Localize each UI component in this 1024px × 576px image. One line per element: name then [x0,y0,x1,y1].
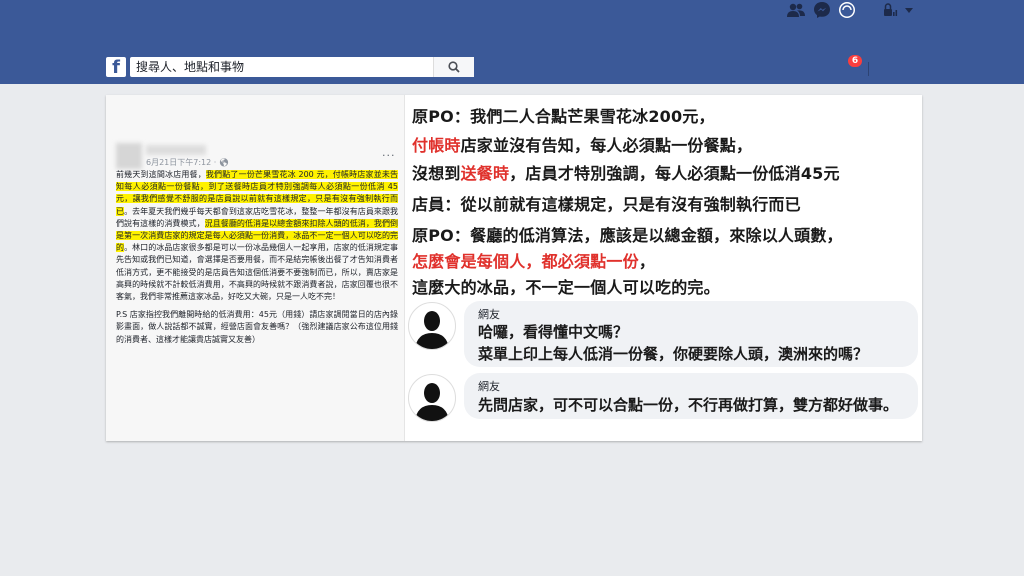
quote-line: 原PO：我們二人合點芒果雪花冰200元， [412,107,715,126]
comment-bubble: 網友 哈囉，看得懂中文嗎？ 菜單上印上每人低消一份餐，你硬要除人頭，澳洲來的嗎？ [464,301,918,367]
comment: 網友 哈囉，看得懂中文嗎？ 菜單上印上每人低消一份餐，你硬要除人頭，澳洲來的嗎？ [408,301,918,367]
emphasis-text: 送餐時 [460,164,510,183]
post-paragraph: P.S 店家指控我們離開時給的低消費用：45元（用錢）請店家調閱當日的店內錄影畫… [116,310,398,344]
default-avatar-icon [408,374,456,422]
post-timestamp-text: 6月21日下午7:12 · [146,158,217,167]
commenter-name[interactable]: 網友 [478,306,500,322]
quote-text: 沒想到 [412,164,461,183]
commenter-name[interactable]: 網友 [478,378,500,394]
news-card: 6月21日下午7:12 · 🌎︎ ··· 前幾天到這間冰店用餐，我們點了一份芒果… [106,95,922,441]
comment-bubble: 網友 先問店家，可不可以合點一份，不行再做打算，雙方都好做事。 [464,373,918,419]
facebook-top-bar: f 6 [0,0,1024,84]
quote-line: 付帳時店家並沒有告知，每人必須點一份餐點， [412,132,752,158]
nav-divider [868,62,869,76]
blurred-avatar [116,143,142,169]
lock-icon[interactable] [880,0,900,20]
quote-text: ，店員才特別強調，每人必須點一份低消45元 [509,164,840,183]
caret-down-icon[interactable] [899,0,919,20]
facebook-logo-icon[interactable]: f [106,57,126,77]
search-icon [448,61,460,73]
comment-text: 先問店家，可不可以合點一份，不行再做打算，雙方都好做事。 [478,396,899,414]
post-text: 。林口的冰品店家很多都是可以一份冰品幾個人一起享用，店家的低消規定事先告知或我們… [116,243,399,302]
quote-line: 這麼大的冰品，不一定一個人可以吃的完。 [412,278,720,297]
quote-line: 怎麼會是每個人，都必須點一份， [412,248,655,274]
quote-line: 沒想到送餐時，店員才特別強調，每人必須點一份低消45元 [412,160,840,186]
post-paragraph: 前幾天到這間冰店用餐，我們點了一份芒果雪花冰 200 元，付帳時店家並未告知每人… [116,169,399,303]
quote-text: 店家並沒有告知，每人必須點一份餐點， [460,136,753,155]
default-avatar-icon [408,302,456,350]
facebook-post: 6月21日下午7:12 · 🌎︎ ··· 前幾天到這間冰店用餐，我們點了一份芒果… [106,95,405,441]
quote-line: 原PO：餐廳的低消算法，應該是以總金額，來除以人頭數， [412,226,843,245]
comment-text: 菜單上印上每人低消一份餐，你硬要除人頭，澳洲來的嗎？ [478,345,869,363]
emphasis-text: 怎麼會是每個人，都必須點一份 [412,252,639,271]
emphasis-text: 付帳時 [412,136,461,155]
quote-text: ， [638,252,656,271]
comment-text: 哈囉，看得懂中文嗎？ [478,323,629,341]
post-more-options-icon[interactable]: ··· [382,149,396,162]
messenger-icon[interactable] [812,0,832,20]
quote-line: 店員：從以前就有這樣規定，只是有沒有強制執行而已 [412,195,801,214]
globe-icon: 🌎︎ [218,158,230,167]
search-button[interactable] [433,57,474,77]
notification-count-badge: 6 [848,55,862,67]
notifications-icon[interactable] [837,0,857,20]
comment: 網友 先問店家，可不可以合點一份，不行再做打算，雙方都好做事。 [408,373,918,423]
post-text: 前幾天到這間冰店用餐， [116,170,206,179]
post-body: 前幾天到這間冰店用餐，我們點了一份芒果雪花冰 200 元，付帳時店家並未告知每人… [116,169,399,348]
search-input[interactable] [136,57,436,77]
friend-requests-icon[interactable] [786,0,806,20]
blurred-author-name [146,145,206,155]
post-timestamp[interactable]: 6月21日下午7:12 · 🌎︎ [146,157,229,168]
search-box[interactable] [130,57,474,77]
